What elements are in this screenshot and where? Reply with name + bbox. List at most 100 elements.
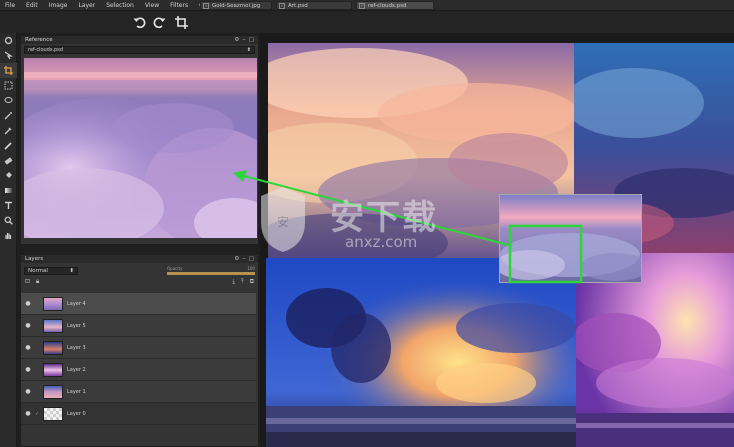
opacity-slider[interactable]: [167, 272, 255, 275]
eye-icon[interactable]: ●: [21, 322, 35, 329]
eye-icon[interactable]: ●: [21, 366, 35, 373]
minimize-icon[interactable]: ‒: [242, 256, 246, 262]
photo-ocean-sunset: [266, 258, 576, 447]
doc-tab-label: Art.psd: [288, 2, 308, 9]
layer-thumbnail: [43, 318, 63, 333]
blend-mode-select[interactable]: Normal ⬍: [24, 266, 78, 275]
lasso-icon[interactable]: [0, 93, 17, 108]
layer-row[interactable]: ● ✓ Layer 0: [21, 403, 256, 425]
layer-tools-row: ⊡ 🔒︎ ⤓ ⤒ ⧉: [21, 277, 258, 287]
watermark-text: 安下载: [330, 198, 438, 238]
lock-icon[interactable]: 🔒︎: [36, 278, 39, 286]
menu-view[interactable]: View: [140, 2, 165, 9]
layer-name: Layer 3: [67, 344, 86, 351]
doc-tab[interactable]: × Art.psd: [276, 1, 352, 10]
reference-file-select[interactable]: ref-clouds.psd ⬍: [24, 46, 255, 54]
menu-image[interactable]: Image: [44, 2, 74, 9]
gradient-icon[interactable]: [0, 183, 17, 198]
settings-icon[interactable]: [0, 33, 17, 48]
reference-file-value: ref-clouds.psd: [28, 47, 63, 53]
layer-row[interactable]: ● Layer 3: [21, 337, 256, 359]
menu-selection[interactable]: Selection: [101, 2, 140, 9]
eye-icon[interactable]: ●: [21, 388, 35, 395]
fill-icon[interactable]: [0, 168, 17, 183]
menu-filters[interactable]: Filters: [165, 2, 194, 9]
text-icon[interactable]: [0, 198, 17, 213]
minimize-icon[interactable]: ‒: [242, 37, 246, 43]
layer-name: Layer 5: [67, 322, 86, 329]
document-tabs: × Gold-Seazmol.jpg × Art.psd × ref-cloud…: [200, 0, 438, 11]
dropdown-arrow-icon: ⬍: [246, 47, 251, 53]
reference-image: [24, 58, 257, 238]
panel-title: Layers: [25, 256, 44, 262]
crop-tool-icon[interactable]: [0, 63, 17, 78]
opacity-fill: [167, 272, 255, 275]
maximize-icon[interactable]: □: [249, 37, 254, 43]
panel-title: Reference: [25, 37, 53, 43]
doc-tab-active[interactable]: × ref-clouds.psd: [356, 1, 434, 10]
eyedropper-icon[interactable]: [0, 123, 17, 138]
layer-list: ● Layer 4 ● Layer 5 ● Layer 3 ● Layer 2 …: [21, 293, 256, 425]
close-icon[interactable]: ×: [359, 2, 365, 9]
eye-icon[interactable]: ●: [21, 410, 35, 417]
gear-icon[interactable]: ⚙: [234, 256, 239, 262]
layer-thumbnail: [43, 362, 63, 377]
panel-header: Layers ⚙ ‒ □: [21, 255, 258, 263]
crop-icon[interactable]: [173, 14, 189, 30]
layer-row[interactable]: ● Layer 5: [21, 315, 256, 337]
watermark-subtext: anxz.com: [345, 233, 418, 251]
layer-thumbnail: [43, 384, 63, 399]
eraser-icon[interactable]: [0, 153, 17, 168]
dropdown-arrow-icon: ⬍: [69, 267, 74, 274]
lock-transparency-icon[interactable]: ⊡: [25, 278, 30, 286]
magic-wand-icon[interactable]: [0, 108, 17, 123]
flatten-icon[interactable]: ⤒: [241, 278, 244, 286]
layer-name: Layer 4: [67, 300, 86, 307]
gear-icon[interactable]: ⚙: [234, 37, 239, 43]
redo-icon[interactable]: [151, 14, 167, 30]
merge-down-icon[interactable]: ⤓: [232, 278, 235, 286]
doc-tab-label: ref-clouds.psd: [368, 2, 407, 9]
undo-icon[interactable]: [131, 14, 147, 30]
eye-icon[interactable]: ●: [21, 300, 35, 307]
brush-icon[interactable]: [0, 138, 17, 153]
eye-icon[interactable]: ●: [21, 344, 35, 351]
menu-file[interactable]: File: [0, 2, 21, 9]
canvas[interactable]: [260, 33, 734, 447]
layer-thumbnail: [43, 340, 63, 355]
top-toolbar: [0, 11, 734, 33]
close-icon[interactable]: ×: [203, 2, 209, 9]
blend-mode-value: Normal: [28, 267, 48, 274]
doc-tab[interactable]: × Gold-Seazmol.jpg: [200, 1, 272, 10]
menu-layer[interactable]: Layer: [73, 2, 101, 9]
menu-edit[interactable]: Edit: [21, 2, 44, 9]
layer-name: Layer 2: [67, 366, 86, 373]
layers-panel: Layers ⚙ ‒ □ Normal ⬍ Opacity 100 ⊡ 🔒︎ ⤓: [20, 254, 259, 447]
layer-thumbnail: [43, 406, 63, 421]
panel-header: Reference ⚙ ‒ □: [21, 36, 258, 44]
doc-tab-label: Gold-Seazmol.jpg: [212, 2, 261, 9]
layer-row[interactable]: ● Layer 4: [21, 293, 256, 315]
menu-bar: File Edit Image Layer Selection View Fil…: [0, 0, 734, 11]
layer-name: Layer 1: [67, 388, 86, 395]
reference-panel: Reference ⚙ ‒ □ ref-clouds.psd ⬍: [20, 35, 259, 245]
opacity-control[interactable]: Opacity 100: [167, 266, 255, 275]
layers-options: Normal ⬍ Opacity 100: [21, 263, 258, 275]
layer-name: Layer 0: [67, 410, 86, 417]
layer-row[interactable]: ● Layer 1: [21, 381, 256, 403]
duplicate-layer-icon[interactable]: ⧉: [250, 278, 254, 286]
reference-clouds-image: [24, 58, 257, 238]
photo-inset-clouds: [499, 194, 642, 283]
rect-select-icon[interactable]: [0, 78, 17, 93]
zoom-icon[interactable]: [0, 213, 17, 228]
opacity-label: Opacity: [167, 266, 183, 271]
layer-row[interactable]: ● Layer 2: [21, 359, 256, 381]
move-icon[interactable]: [0, 48, 17, 63]
tools-panel: [0, 33, 17, 447]
close-icon[interactable]: ×: [279, 2, 285, 9]
layer-thumbnail: [43, 296, 63, 311]
check-icon: ✓: [35, 410, 40, 417]
hand-icon[interactable]: [0, 228, 17, 243]
opacity-value: 100: [247, 266, 255, 271]
maximize-icon[interactable]: □: [249, 256, 254, 262]
